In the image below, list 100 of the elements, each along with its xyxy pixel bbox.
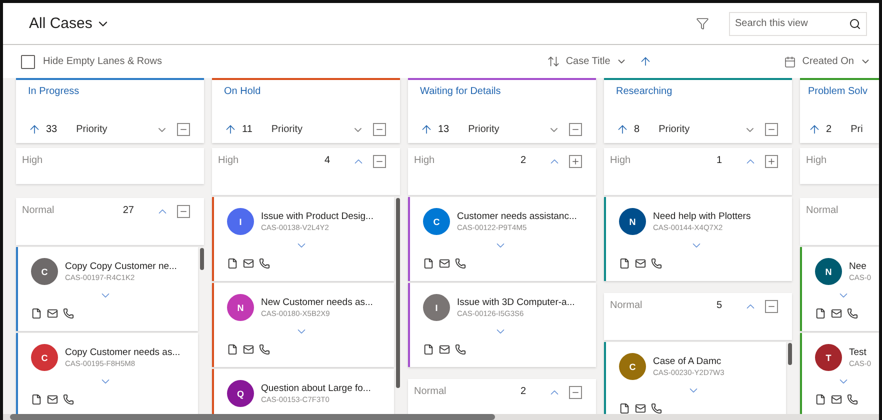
document-icon[interactable]	[31, 394, 42, 405]
lane-count: 13	[438, 124, 450, 135]
group-by-label: Priority	[658, 124, 691, 135]
mail-icon[interactable]	[439, 344, 450, 355]
phone-icon[interactable]	[847, 308, 858, 319]
document-icon[interactable]	[227, 344, 238, 355]
search-field[interactable]: Search this view	[729, 12, 867, 36]
case-title: New Customer needs as...	[261, 297, 373, 308]
sort-arrow-icon[interactable]	[224, 123, 237, 136]
group-label: High	[806, 155, 828, 166]
group-label: High	[610, 155, 632, 166]
group-by-label: Priority	[76, 124, 108, 135]
lane-title: On Hold	[224, 86, 262, 97]
case-title: Issue with Product Desig...	[261, 211, 374, 222]
collapse-button[interactable]	[373, 155, 386, 168]
avatar: C	[31, 344, 58, 371]
scrollbar-thumb[interactable]	[396, 198, 400, 388]
expand-button[interactable]	[569, 155, 582, 168]
mail-icon[interactable]	[439, 258, 450, 269]
case-title: Test	[849, 347, 868, 358]
lane-count: 11	[242, 124, 252, 135]
horizontal-scrollbar[interactable]	[3, 414, 879, 420]
sort-icon[interactable]	[546, 55, 560, 68]
document-icon[interactable]	[227, 258, 238, 269]
group-label: Normal	[806, 205, 840, 216]
collapse-button[interactable]	[569, 386, 582, 399]
collapse-button[interactable]	[765, 123, 778, 136]
mail-icon[interactable]	[47, 308, 58, 319]
lane-count: 2	[826, 124, 832, 135]
collapse-button[interactable]	[373, 123, 386, 136]
lane-count: 8	[634, 124, 640, 135]
checkbox[interactable]	[21, 54, 35, 68]
group-label: Normal	[22, 205, 56, 216]
phone-icon[interactable]	[259, 258, 270, 269]
search-icon[interactable]	[849, 18, 861, 30]
document-icon[interactable]	[423, 258, 434, 269]
group-count: 27	[122, 205, 134, 216]
document-icon[interactable]	[619, 403, 630, 414]
phone-icon[interactable]	[847, 394, 858, 405]
avatar: N	[227, 294, 254, 321]
phone-icon[interactable]	[651, 258, 662, 269]
sort-arrow-icon[interactable]	[616, 123, 629, 136]
plus-icon	[767, 157, 776, 166]
scrollbar-thumb[interactable]	[788, 343, 792, 365]
phone-icon[interactable]	[651, 403, 662, 414]
group-count: 2	[520, 386, 526, 397]
avatar: N	[815, 258, 842, 285]
collapse-button[interactable]	[569, 123, 582, 136]
lane-title: Waiting for Details	[420, 86, 502, 97]
view-selector[interactable]: All Cases	[29, 15, 110, 32]
mail-icon[interactable]	[47, 394, 58, 405]
lane-title: In Progress	[28, 86, 80, 97]
group-count: 2	[520, 155, 526, 166]
group-count: 5	[716, 300, 722, 311]
phone-icon[interactable]	[455, 344, 466, 355]
collapse-button[interactable]	[765, 300, 778, 313]
avatar: I	[423, 294, 450, 321]
group-label: High	[218, 155, 240, 166]
avatar: N	[619, 208, 646, 235]
date-field[interactable]: Created On	[802, 56, 854, 67]
lane-title: Problem Solv	[808, 86, 865, 97]
document-icon[interactable]	[815, 308, 826, 319]
phone-icon[interactable]	[259, 344, 270, 355]
avatar: C	[619, 353, 646, 380]
calendar-icon[interactable]	[784, 56, 796, 68]
document-icon[interactable]	[619, 258, 630, 269]
sort-arrow-icon[interactable]	[808, 123, 821, 136]
group-by-label: Priority	[271, 124, 304, 135]
phone-icon[interactable]	[455, 258, 466, 269]
filter-icon[interactable]	[696, 17, 709, 30]
sort-arrow-icon[interactable]	[28, 123, 41, 136]
avatar: C	[31, 258, 58, 285]
expand-button[interactable]	[765, 155, 778, 168]
avatar: T	[815, 344, 842, 371]
case-title: Case of A Damc	[653, 356, 722, 367]
case-title: Copy Customer needs as...	[65, 347, 180, 358]
sort-arrow-icon[interactable]	[420, 123, 433, 136]
case-title: Issue with 3D Computer-a...	[457, 297, 575, 308]
group-count: 4	[324, 155, 330, 166]
mail-icon[interactable]	[243, 344, 254, 355]
mail-icon[interactable]	[635, 258, 646, 269]
plus-icon	[571, 157, 580, 166]
group-by-label: Priority	[468, 124, 500, 135]
collapse-button[interactable]	[177, 123, 190, 136]
mail-icon[interactable]	[831, 308, 842, 319]
document-icon[interactable]	[423, 344, 434, 355]
document-icon[interactable]	[31, 308, 42, 319]
scrollbar-thumb[interactable]	[200, 248, 204, 270]
sort-field[interactable]: Case Title	[566, 56, 610, 67]
checkbox-label: Hide Empty Lanes & Rows	[43, 56, 162, 67]
case-title: Copy Copy Customer ne...	[65, 261, 177, 272]
document-icon[interactable]	[815, 394, 826, 405]
scrollbar-thumb[interactable]	[10, 414, 495, 420]
mail-icon[interactable]	[635, 403, 646, 414]
phone-icon[interactable]	[63, 308, 74, 319]
mail-icon[interactable]	[831, 394, 842, 405]
sort-direction-icon[interactable]	[639, 55, 652, 68]
collapse-button[interactable]	[177, 205, 190, 218]
phone-icon[interactable]	[63, 394, 74, 405]
mail-icon[interactable]	[243, 258, 254, 269]
